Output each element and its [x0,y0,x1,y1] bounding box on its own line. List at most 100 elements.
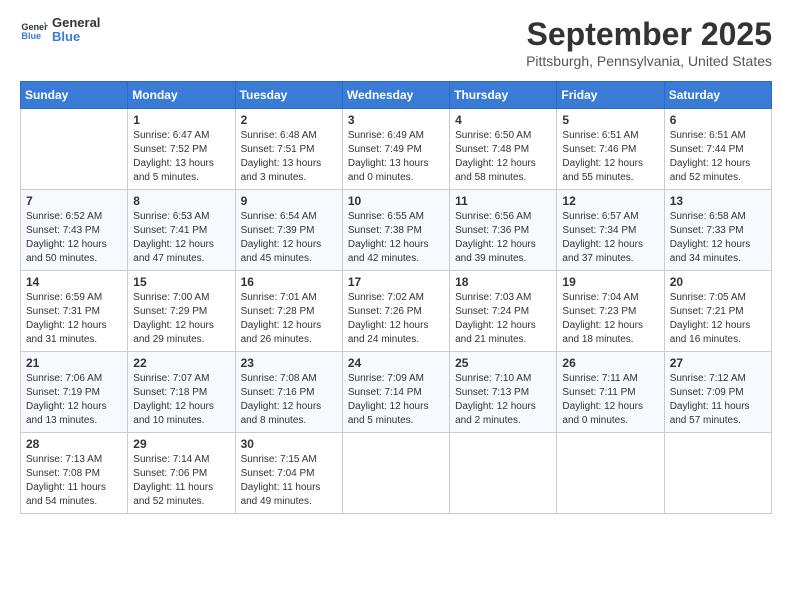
daylight: Daylight: 11 hours and 49 minutes. [241,481,337,509]
sunset: Sunset: 7:48 PM [455,143,551,157]
col-friday: Friday [557,82,664,109]
sunrise: Sunrise: 7:07 AM [133,372,229,386]
sunrise: Sunrise: 6:55 AM [348,210,444,224]
calendar-cell: 3 Sunrise: 6:49 AM Sunset: 7:49 PM Dayli… [342,109,449,190]
col-thursday: Thursday [450,82,557,109]
sunset: Sunset: 7:49 PM [348,143,444,157]
day-info: Sunrise: 6:57 AM Sunset: 7:34 PM Dayligh… [562,210,658,266]
day-number: 2 [241,113,337,127]
daylight: Daylight: 12 hours and 31 minutes. [26,319,122,347]
calendar-cell [342,433,449,514]
sunset: Sunset: 7:04 PM [241,467,337,481]
header: General Blue General Blue September 2025… [20,16,772,69]
day-info: Sunrise: 7:06 AM Sunset: 7:19 PM Dayligh… [26,372,122,428]
day-number: 13 [670,194,766,208]
sunrise: Sunrise: 7:10 AM [455,372,551,386]
sunset: Sunset: 7:23 PM [562,305,658,319]
day-number: 1 [133,113,229,127]
sunrise: Sunrise: 7:12 AM [670,372,766,386]
logo-icon: General Blue [20,16,48,44]
sunset: Sunset: 7:08 PM [26,467,122,481]
day-info: Sunrise: 7:05 AM Sunset: 7:21 PM Dayligh… [670,291,766,347]
daylight: Daylight: 13 hours and 3 minutes. [241,157,337,185]
daylight: Daylight: 11 hours and 54 minutes. [26,481,122,509]
logo-general: General [52,15,100,30]
sunset: Sunset: 7:16 PM [241,386,337,400]
day-number: 27 [670,356,766,370]
day-info: Sunrise: 6:49 AM Sunset: 7:49 PM Dayligh… [348,129,444,185]
day-number: 14 [26,275,122,289]
day-info: Sunrise: 6:51 AM Sunset: 7:46 PM Dayligh… [562,129,658,185]
calendar-week-row: 1 Sunrise: 6:47 AM Sunset: 7:52 PM Dayli… [21,109,772,190]
calendar-cell: 7 Sunrise: 6:52 AM Sunset: 7:43 PM Dayli… [21,190,128,271]
sunset: Sunset: 7:39 PM [241,224,337,238]
calendar-cell: 25 Sunrise: 7:10 AM Sunset: 7:13 PM Dayl… [450,352,557,433]
day-info: Sunrise: 7:14 AM Sunset: 7:06 PM Dayligh… [133,453,229,509]
day-number: 15 [133,275,229,289]
day-number: 21 [26,356,122,370]
daylight: Daylight: 12 hours and 24 minutes. [348,319,444,347]
day-info: Sunrise: 6:47 AM Sunset: 7:52 PM Dayligh… [133,129,229,185]
sunrise: Sunrise: 6:51 AM [562,129,658,143]
calendar-cell: 30 Sunrise: 7:15 AM Sunset: 7:04 PM Dayl… [235,433,342,514]
day-number: 4 [455,113,551,127]
sunset: Sunset: 7:43 PM [26,224,122,238]
calendar-cell: 2 Sunrise: 6:48 AM Sunset: 7:51 PM Dayli… [235,109,342,190]
day-number: 26 [562,356,658,370]
calendar-body: 1 Sunrise: 6:47 AM Sunset: 7:52 PM Dayli… [21,109,772,514]
day-info: Sunrise: 6:55 AM Sunset: 7:38 PM Dayligh… [348,210,444,266]
day-info: Sunrise: 7:01 AM Sunset: 7:28 PM Dayligh… [241,291,337,347]
day-info: Sunrise: 7:13 AM Sunset: 7:08 PM Dayligh… [26,453,122,509]
daylight: Daylight: 12 hours and 16 minutes. [670,319,766,347]
day-number: 10 [348,194,444,208]
day-info: Sunrise: 6:53 AM Sunset: 7:41 PM Dayligh… [133,210,229,266]
sunrise: Sunrise: 7:11 AM [562,372,658,386]
daylight: Daylight: 12 hours and 10 minutes. [133,400,229,428]
sunrise: Sunrise: 6:54 AM [241,210,337,224]
day-number: 24 [348,356,444,370]
sunset: Sunset: 7:26 PM [348,305,444,319]
daylight: Daylight: 12 hours and 13 minutes. [26,400,122,428]
day-number: 7 [26,194,122,208]
sunrise: Sunrise: 6:57 AM [562,210,658,224]
sunrise: Sunrise: 7:01 AM [241,291,337,305]
daylight: Daylight: 12 hours and 21 minutes. [455,319,551,347]
sunset: Sunset: 7:18 PM [133,386,229,400]
daylight: Daylight: 12 hours and 58 minutes. [455,157,551,185]
daylight: Daylight: 12 hours and 2 minutes. [455,400,551,428]
calendar-cell: 22 Sunrise: 7:07 AM Sunset: 7:18 PM Dayl… [128,352,235,433]
col-saturday: Saturday [664,82,771,109]
day-number: 3 [348,113,444,127]
sunrise: Sunrise: 6:52 AM [26,210,122,224]
calendar-cell: 21 Sunrise: 7:06 AM Sunset: 7:19 PM Dayl… [21,352,128,433]
day-info: Sunrise: 7:15 AM Sunset: 7:04 PM Dayligh… [241,453,337,509]
calendar-week-row: 7 Sunrise: 6:52 AM Sunset: 7:43 PM Dayli… [21,190,772,271]
daylight: Daylight: 13 hours and 5 minutes. [133,157,229,185]
sunset: Sunset: 7:34 PM [562,224,658,238]
day-info: Sunrise: 6:50 AM Sunset: 7:48 PM Dayligh… [455,129,551,185]
sunset: Sunset: 7:51 PM [241,143,337,157]
location-title: Pittsburgh, Pennsylvania, United States [526,53,772,69]
sunset: Sunset: 7:52 PM [133,143,229,157]
calendar-week-row: 28 Sunrise: 7:13 AM Sunset: 7:08 PM Dayl… [21,433,772,514]
daylight: Daylight: 12 hours and 37 minutes. [562,238,658,266]
calendar-cell: 12 Sunrise: 6:57 AM Sunset: 7:34 PM Dayl… [557,190,664,271]
calendar-week-row: 14 Sunrise: 6:59 AM Sunset: 7:31 PM Dayl… [21,271,772,352]
calendar-cell: 14 Sunrise: 6:59 AM Sunset: 7:31 PM Dayl… [21,271,128,352]
day-info: Sunrise: 7:11 AM Sunset: 7:11 PM Dayligh… [562,372,658,428]
sunrise: Sunrise: 7:08 AM [241,372,337,386]
sunrise: Sunrise: 6:50 AM [455,129,551,143]
day-number: 12 [562,194,658,208]
calendar-cell: 1 Sunrise: 6:47 AM Sunset: 7:52 PM Dayli… [128,109,235,190]
sunset: Sunset: 7:24 PM [455,305,551,319]
daylight: Daylight: 12 hours and 8 minutes. [241,400,337,428]
calendar-cell: 9 Sunrise: 6:54 AM Sunset: 7:39 PM Dayli… [235,190,342,271]
calendar-table: Sunday Monday Tuesday Wednesday Thursday… [20,81,772,514]
daylight: Daylight: 12 hours and 18 minutes. [562,319,658,347]
sunset: Sunset: 7:46 PM [562,143,658,157]
day-number: 30 [241,437,337,451]
day-info: Sunrise: 7:07 AM Sunset: 7:18 PM Dayligh… [133,372,229,428]
sunrise: Sunrise: 7:02 AM [348,291,444,305]
calendar-cell: 10 Sunrise: 6:55 AM Sunset: 7:38 PM Dayl… [342,190,449,271]
day-info: Sunrise: 7:02 AM Sunset: 7:26 PM Dayligh… [348,291,444,347]
